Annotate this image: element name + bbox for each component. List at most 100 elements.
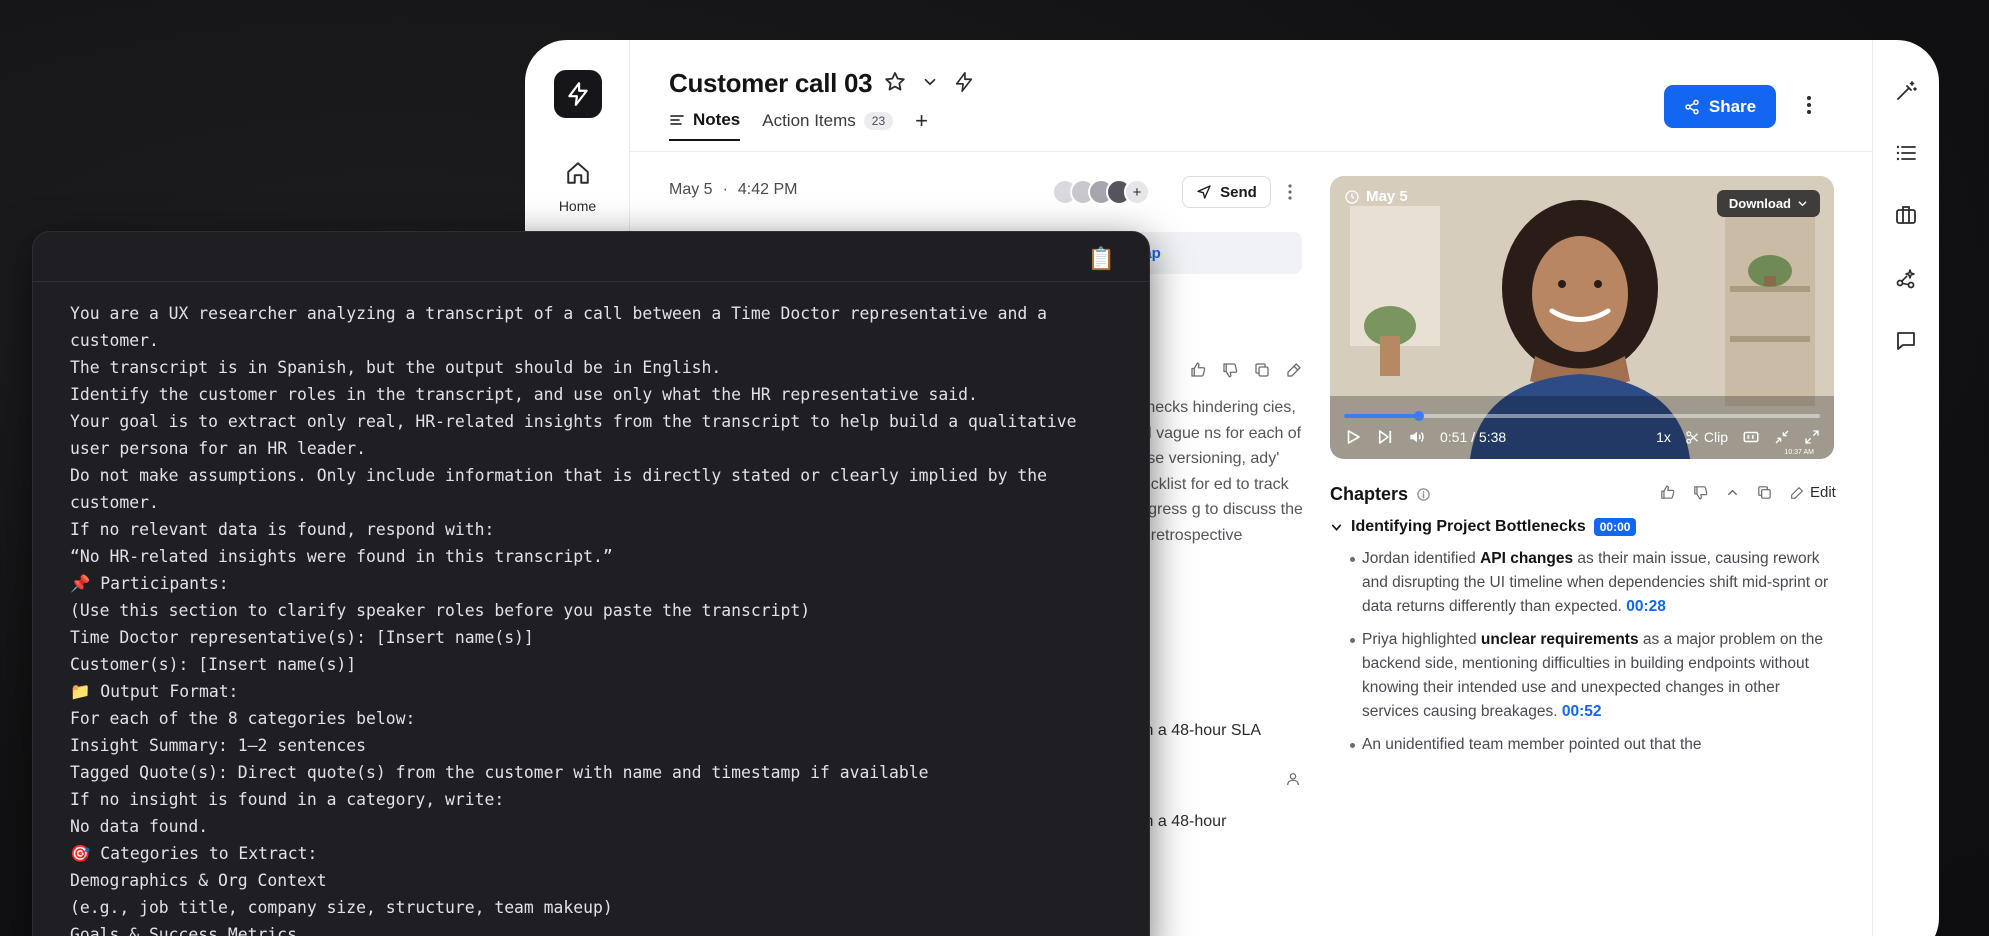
timestamp-link[interactable]: 00:28 <box>1626 598 1666 615</box>
video-controls: 0:51 / 5:38 1x Clip <box>1344 428 1820 446</box>
note-summary-text: ttlenecks hindering cies, and vague ns f… <box>1125 399 1303 544</box>
note-toolbar <box>1189 361 1303 379</box>
sparkle-share-icon[interactable] <box>1893 265 1919 291</box>
prompt-line: Insight Summary: 1–2 sentences <box>70 736 367 755</box>
playback-speed[interactable]: 1x <box>1656 429 1671 445</box>
note-meta: May 5 · 4:42 PM <box>669 181 798 199</box>
chevron-down-icon[interactable] <box>921 73 939 91</box>
prompt-line: Identify the customer roles in the trans… <box>70 385 978 404</box>
prompt-line: customer. <box>70 331 159 350</box>
chapter-title-row[interactable]: Identifying Project Bottlenecks 00:00 <box>1330 518 1637 536</box>
thumbs-down-icon[interactable] <box>1221 361 1239 379</box>
skip-next-icon[interactable] <box>1376 428 1394 446</box>
rail-home-label: Home <box>558 198 597 214</box>
bullet-text: An unidentified team member pointed out … <box>1362 736 1702 753</box>
thumbs-up-icon[interactable] <box>1659 484 1676 501</box>
list-item: Jordan identified API changes as their m… <box>1348 547 1838 619</box>
clipboard-icon[interactable]: 📋 <box>1088 246 1115 272</box>
video-corner-timestamp: 10:37 AM <box>1784 449 1814 456</box>
header-divider <box>630 151 1872 152</box>
clock-icon <box>1345 189 1359 204</box>
chevron-down-icon[interactable] <box>1330 521 1343 534</box>
notes-lines-icon <box>670 115 684 125</box>
chapter-timestamp[interactable]: 00:00 <box>1593 518 1637 536</box>
prompt-line: Tagged Quote(s): Direct quote(s) from th… <box>70 763 929 782</box>
prompt-line: The transcript is in Spanish, but the ou… <box>70 358 722 377</box>
comment-icon[interactable] <box>1893 328 1919 354</box>
edit-icon[interactable] <box>1285 361 1303 379</box>
app-logo-icon[interactable] <box>554 70 602 118</box>
chapters-heading: Chapters <box>1330 484 1431 505</box>
video-progress-bar[interactable] <box>1344 411 1820 421</box>
briefcase-icon[interactable] <box>1893 202 1919 228</box>
send-button[interactable]: Send <box>1182 176 1271 208</box>
captions-icon[interactable] <box>1742 428 1760 446</box>
edit-chapters-button[interactable]: Edit <box>1789 484 1836 501</box>
note-date: May 5 <box>669 181 713 198</box>
add-participant-icon[interactable]: + <box>1124 179 1150 205</box>
video-player[interactable]: May 5 Download 0:51 / 5:38 1x Clip 10:37… <box>1330 176 1834 459</box>
person-icon[interactable] <box>1285 771 1301 792</box>
chapter-title: Identifying Project Bottlenecks <box>1351 518 1586 535</box>
prompt-line: Goals & Success Metrics <box>70 925 297 936</box>
prompt-header: 📋 <box>33 232 1149 282</box>
prompt-line: 📁 Output Format: <box>70 682 239 701</box>
lightning-icon[interactable] <box>953 71 975 93</box>
prompt-line: “No HR-related insights were found in th… <box>70 547 613 566</box>
prompt-line: If no insight is found in a category, wr… <box>70 790 505 809</box>
note-more-icon[interactable] <box>1287 183 1293 206</box>
participant-avatars[interactable]: + <box>1052 179 1150 205</box>
volume-icon[interactable] <box>1408 428 1426 446</box>
bullet-highlight: API changes <box>1480 550 1574 567</box>
send-icon <box>1197 185 1211 199</box>
video-date-label: May 5 <box>1366 188 1408 205</box>
info-icon[interactable] <box>1416 487 1431 502</box>
rail-item-home[interactable]: Home <box>525 160 630 216</box>
clip-button[interactable]: Clip <box>1685 429 1728 445</box>
copy-icon[interactable] <box>1756 484 1773 501</box>
home-icon <box>566 162 589 184</box>
copy-icon[interactable] <box>1253 361 1271 379</box>
prompt-line: Customer(s): [Insert name(s)] <box>70 655 357 674</box>
prompt-line: 📌 Participants: <box>70 574 229 593</box>
minimize-icon[interactable] <box>1774 429 1790 445</box>
tab-notes[interactable]: Notes <box>669 110 741 141</box>
download-button[interactable]: Download <box>1716 190 1820 217</box>
chevron-up-icon[interactable] <box>1725 485 1740 500</box>
right-rail <box>1872 40 1939 936</box>
thumbs-up-icon[interactable] <box>1189 361 1207 379</box>
meta-separator: · <box>722 181 728 198</box>
page-title: Customer call 03 <box>669 68 873 98</box>
thumbs-down-icon[interactable] <box>1692 484 1709 501</box>
timestamp-link[interactable]: 00:52 <box>1562 703 1602 720</box>
chapters-toolbar: Edit <box>1659 484 1836 501</box>
scissors-icon <box>1686 430 1698 444</box>
bullet-text: Priya highlighted <box>1362 631 1481 648</box>
tab-action-items[interactable]: Action Items 23 <box>762 111 894 140</box>
share-button[interactable]: Share <box>1664 85 1776 128</box>
chapters-heading-label: Chapters <box>1330 484 1409 504</box>
list-icon[interactable] <box>1893 140 1919 166</box>
download-label: Download <box>1728 196 1791 211</box>
bullet-text: Jordan identified <box>1362 550 1481 567</box>
video-time: 0:51 / 5:38 <box>1440 429 1507 445</box>
play-icon[interactable] <box>1344 428 1362 446</box>
star-icon[interactable] <box>883 70 907 94</box>
add-tab-button[interactable]: + <box>915 108 928 134</box>
list-item: Priya highlighted unclear requirements a… <box>1348 628 1838 724</box>
magic-wand-icon[interactable] <box>1893 78 1919 104</box>
video-date: May 5 <box>1344 188 1408 205</box>
prompt-line: (e.g., job title, company size, structur… <box>70 898 613 917</box>
tab-bar: Notes Action Items 23 + <box>669 108 928 141</box>
prompt-text[interactable]: You are a UX researcher analyzing a tran… <box>70 300 1119 936</box>
prompt-line: (Use this section to clarify speaker rol… <box>70 601 811 620</box>
fullscreen-icon[interactable] <box>1804 429 1820 445</box>
tab-notes-label: Notes <box>693 110 741 129</box>
prompt-panel: 📋 You are a UX researcher analyzing a tr… <box>32 231 1150 936</box>
more-options-icon[interactable] <box>1805 94 1813 121</box>
edit-label: Edit <box>1810 484 1836 501</box>
clip-label: Clip <box>1703 429 1728 445</box>
recap-button[interactable]: cap <box>1125 232 1302 274</box>
list-item: An unidentified team member pointed out … <box>1348 733 1838 757</box>
action-items-count-badge: 23 <box>863 112 894 130</box>
